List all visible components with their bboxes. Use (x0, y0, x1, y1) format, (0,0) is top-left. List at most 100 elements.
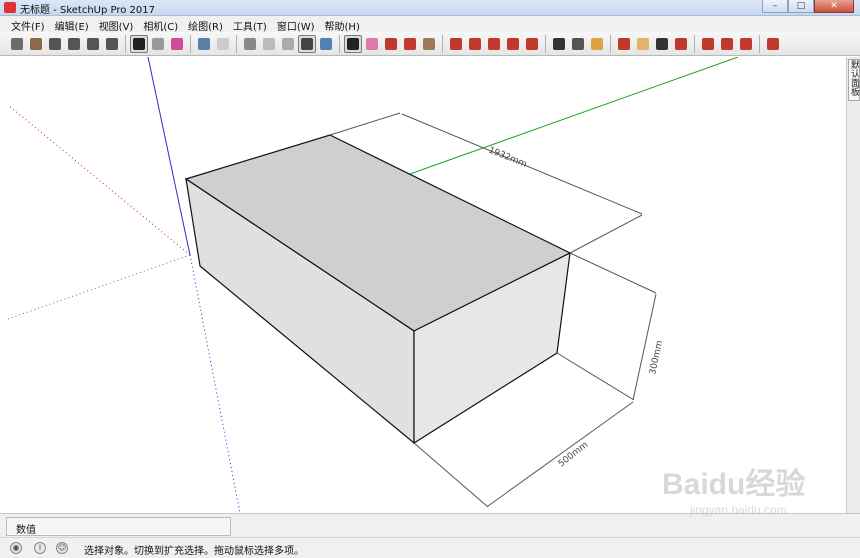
hidden-line-icon (263, 37, 275, 50)
sketchup-logo-icon (4, 2, 16, 13)
title-bar: 无标题 - SketchUp Pro 2017 – □ ✕ (0, 0, 860, 16)
menu-draw[interactable]: 绘图(R) (183, 16, 228, 33)
arc-button[interactable] (401, 35, 419, 53)
user-icon[interactable]: ☺ (56, 542, 68, 554)
menu-file[interactable]: 文件(F) (6, 16, 50, 33)
back-edges-button[interactable] (214, 35, 232, 53)
eraser-icon (366, 37, 378, 50)
monochrome-button[interactable] (317, 35, 335, 53)
dimension-line-height[interactable] (632, 293, 657, 401)
model-viewport[interactable]: 1932mm 300mm 500mm (0, 57, 845, 513)
toolbar-separator (236, 34, 237, 53)
scale-icon (526, 37, 538, 50)
dimension-text-length: 1932mm (487, 146, 528, 170)
wireframe-icon (244, 37, 256, 50)
view-iso-button[interactable] (46, 35, 64, 53)
xray-button[interactable] (195, 35, 213, 53)
eraser-button[interactable] (363, 35, 381, 53)
scale-button[interactable] (523, 35, 541, 53)
shaded-textures-button[interactable] (298, 34, 316, 53)
credits-icon[interactable]: i (34, 542, 46, 554)
toolbar-separator (190, 34, 191, 53)
sketchup-window: 无标题 - SketchUp Pro 2017 – □ ✕ 文件(F) 编辑(E… (0, 0, 860, 558)
rotate-button[interactable] (504, 35, 522, 53)
push-pull-button[interactable] (447, 35, 465, 53)
text-label-button[interactable] (569, 35, 587, 53)
push-pull-icon (450, 37, 462, 50)
zoom-icon (656, 37, 668, 50)
select-tool-icon (347, 37, 359, 50)
view-top-button[interactable] (65, 35, 83, 53)
menu-tools[interactable]: 工具(T) (228, 16, 272, 33)
view-front-button[interactable] (84, 35, 102, 53)
menu-help[interactable]: 帮助(H) (320, 16, 365, 33)
extension-line (569, 252, 657, 294)
view-top-icon (68, 37, 80, 50)
select-arrow-button[interactable] (130, 34, 148, 53)
paint-bucket-button[interactable] (168, 35, 186, 53)
dimension-line-width[interactable] (487, 401, 634, 507)
view-right-icon (106, 37, 118, 50)
geo-location-icon[interactable]: ◉ (10, 542, 22, 554)
zoom-extents-icon (675, 37, 687, 50)
model-canvas[interactable]: 1932mm 300mm 500mm (0, 57, 845, 513)
zoom-button[interactable] (653, 35, 671, 53)
menu-bar: 文件(F) 编辑(E) 视图(V) 相机(C) 绘图(R) 工具(T) 窗口(W… (0, 16, 860, 33)
tray-tab[interactable]: 默认面板 (848, 59, 860, 101)
menu-edit[interactable]: 编辑(E) (50, 16, 94, 33)
send-to-layout-icon (740, 37, 752, 50)
protractor-button[interactable] (588, 35, 606, 53)
make-component-icon (152, 37, 164, 50)
extension-warehouse-button[interactable] (718, 35, 736, 53)
minimize-button[interactable]: – (762, 0, 788, 13)
3d-warehouse-button[interactable] (8, 35, 26, 53)
close-button[interactable]: ✕ (814, 0, 854, 13)
send-to-layout-button[interactable] (737, 35, 755, 53)
shaded-textures-icon (301, 37, 313, 50)
menu-camera[interactable]: 相机(C) (138, 16, 183, 33)
ruby-console-button[interactable] (764, 35, 782, 53)
wireframe-button[interactable] (241, 35, 259, 53)
tape-measure-button[interactable] (550, 35, 568, 53)
measurements-bar: 数值 (0, 513, 860, 537)
toolbar-separator (339, 34, 340, 53)
extension-line (569, 214, 643, 254)
blue-axis-hidden (189, 254, 241, 513)
toolbar-separator (694, 34, 695, 53)
menu-view[interactable]: 视图(V) (94, 16, 139, 33)
view-right-button[interactable] (103, 35, 121, 53)
text-label-icon (572, 37, 584, 50)
view-front-icon (87, 37, 99, 50)
orbit-button[interactable] (615, 35, 633, 53)
pan-button[interactable] (634, 35, 652, 53)
extension-line (329, 112, 401, 136)
paint-bucket-icon (171, 37, 183, 50)
select-tool-button[interactable] (344, 34, 362, 53)
green-axis-hidden (4, 254, 191, 321)
zoom-extents-button[interactable] (672, 35, 690, 53)
component-icon (30, 37, 42, 50)
protractor-icon (591, 37, 603, 50)
shaded-button[interactable] (279, 35, 297, 53)
status-bar: ◉ i ☺ 选择对象。切换到扩充选择。拖动鼠标选择多项。 (0, 537, 860, 558)
blue-axis (147, 57, 191, 256)
pencil-line-button[interactable] (382, 35, 400, 53)
window-controls: – □ ✕ (762, 0, 854, 14)
move-button[interactable] (485, 35, 503, 53)
make-component-button[interactable] (149, 35, 167, 53)
rectangle-button[interactable] (420, 35, 438, 53)
measurements-box[interactable]: 数值 (6, 517, 231, 536)
select-arrow-icon (133, 37, 145, 50)
warehouse-get-button[interactable] (699, 35, 717, 53)
hidden-line-button[interactable] (260, 35, 278, 53)
maximize-button[interactable]: □ (788, 0, 814, 13)
menu-window[interactable]: 窗口(W) (272, 16, 320, 33)
extension-warehouse-icon (721, 37, 733, 50)
shaded-icon (282, 37, 294, 50)
follow-me-button[interactable] (466, 35, 484, 53)
toolbar-separator (125, 34, 126, 53)
tape-measure-icon (553, 37, 565, 50)
rectangle-icon (423, 37, 435, 50)
component-button[interactable] (27, 35, 45, 53)
toolbar-separator (545, 34, 546, 53)
